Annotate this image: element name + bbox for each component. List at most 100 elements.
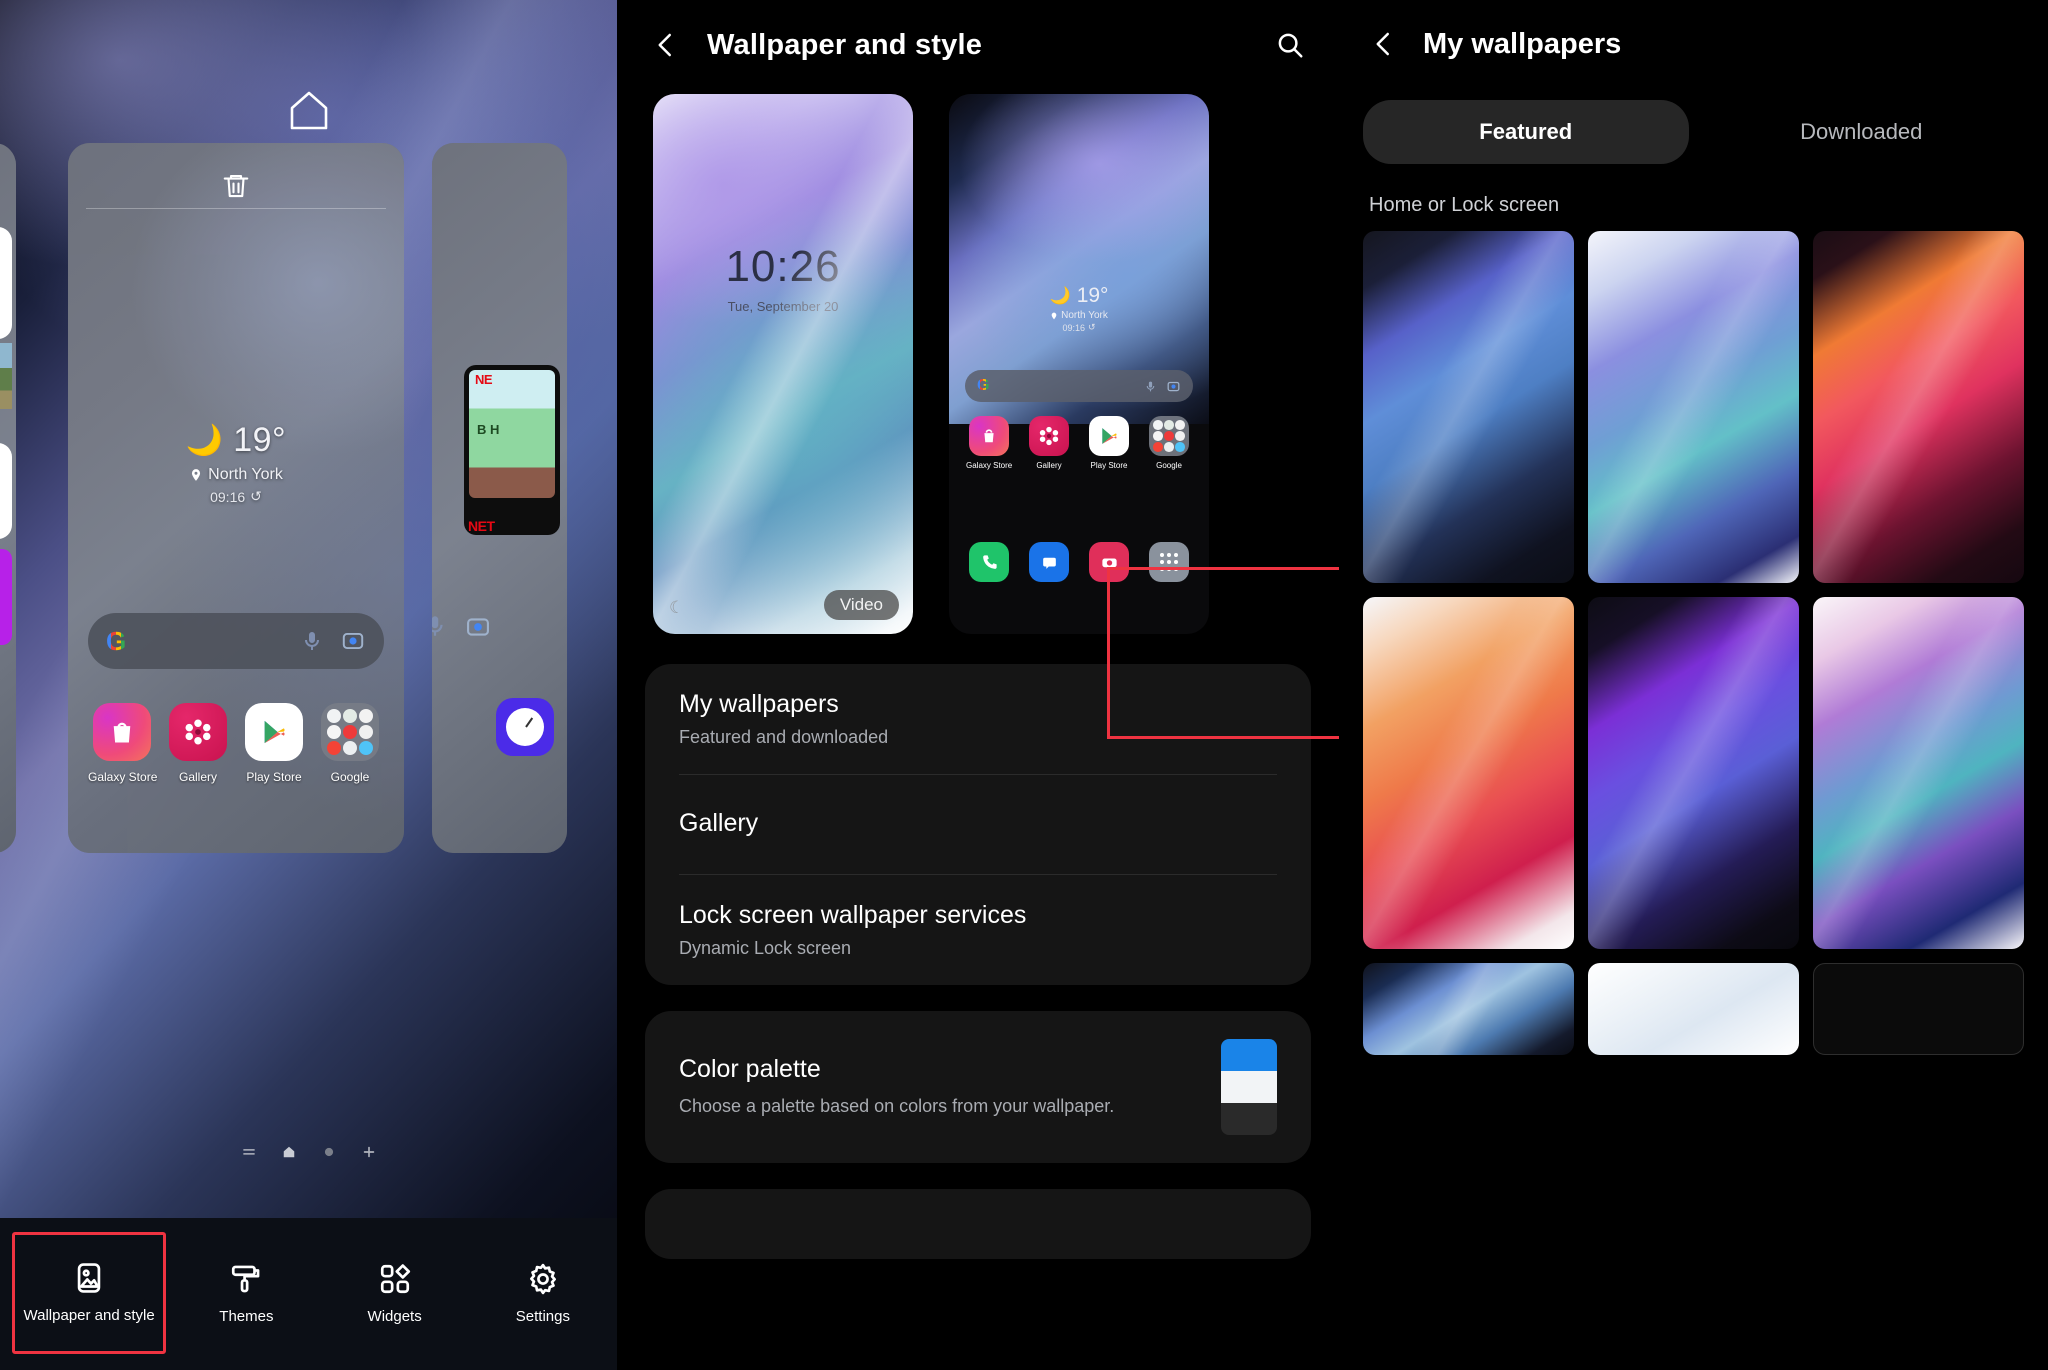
divider	[86, 208, 386, 209]
app-drawer-icon	[1149, 542, 1189, 582]
lens-icon	[1167, 381, 1180, 391]
color-palette-swatch	[1221, 1039, 1277, 1135]
home-icon[interactable]	[286, 88, 332, 130]
refresh-icon[interactable]: ↺	[250, 488, 262, 505]
add-page-icon[interactable]	[362, 1145, 376, 1159]
wallpaper-thumb[interactable]	[1813, 963, 2024, 1055]
peek-photo-widget	[0, 343, 12, 409]
netflix-title-mid: B H	[477, 422, 500, 437]
wallpaper-thumb[interactable]	[1588, 597, 1799, 949]
search-icon[interactable]	[1275, 30, 1305, 60]
tab-featured[interactable]: Featured	[1363, 100, 1689, 164]
color-palette-subtitle: Choose a palette based on colors from yo…	[679, 1095, 1115, 1116]
home-page-icon[interactable]	[282, 1145, 296, 1159]
peek-widget-white-a	[0, 227, 12, 339]
home-screen-editor-panel: ✕ 🌙 19° North York	[0, 0, 617, 1370]
list-item-subtitle: Dynamic Lock screen	[679, 938, 852, 958]
mic-icon	[1146, 381, 1155, 391]
wallpaper-icon	[77, 1262, 101, 1293]
mic-icon[interactable]	[300, 629, 324, 653]
home-screen-preview-card[interactable]: 🌙 19° North York 09:16 ↺ G Galaxy Store …	[68, 143, 404, 853]
app-item: Gallery	[1026, 416, 1072, 470]
wallpaper-thumb[interactable]	[1363, 231, 1574, 583]
sidebar-item-widgets[interactable]: Widgets	[321, 1218, 469, 1370]
back-chevron-icon[interactable]	[651, 30, 681, 60]
galaxy-store-icon	[969, 416, 1009, 456]
netflix-title-top: NE	[475, 372, 493, 387]
sidebar-item-themes[interactable]: Themes	[172, 1218, 320, 1370]
app-label: Gallery	[1036, 461, 1062, 470]
app-label: Google	[1156, 461, 1182, 470]
next-section-card[interactable]	[645, 1189, 1311, 1259]
clock-app-icon	[496, 698, 554, 756]
back-chevron-icon[interactable]	[1369, 29, 1399, 59]
app-item[interactable]: Galaxy Store	[88, 703, 158, 784]
netflix-logo: NET	[468, 518, 495, 534]
location-pin-icon	[192, 469, 201, 481]
app-item[interactable]: Gallery	[164, 703, 232, 784]
gallery-icon	[169, 703, 227, 761]
google-search-bar[interactable]: G	[88, 613, 384, 669]
video-badge: Video	[823, 590, 899, 620]
my-wallpapers-panel: My wallpapers Featured Downloaded Home o…	[1339, 0, 2048, 1370]
peek-dock	[432, 613, 492, 641]
wallpaper-thumb[interactable]	[1363, 597, 1574, 949]
dock-item	[1026, 542, 1072, 587]
sidebar-item-label: Widgets	[367, 1307, 422, 1325]
list-item-title: Gallery	[679, 809, 759, 837]
color-palette-text: Color palette Choose a palette based on …	[679, 1055, 1203, 1120]
app-item: Google	[1146, 416, 1192, 470]
paint-roller-icon	[232, 1265, 260, 1293]
preview-app-row: Galaxy Store Gallery Play Store Google	[949, 416, 1209, 470]
app-item[interactable]: Play Store	[240, 703, 308, 784]
moon-icon: 🌙	[1049, 286, 1071, 305]
weather-location: North York	[1061, 310, 1108, 321]
list-icon[interactable]	[242, 1145, 256, 1159]
home-screen-preview[interactable]: 🌙 19° North York 09:16 ↺ G Galaxy Store …	[949, 94, 1209, 634]
wallpaper-thumb[interactable]	[1813, 597, 2024, 949]
tab-downloaded[interactable]: Downloaded	[1699, 100, 2025, 164]
galaxy-store-icon	[93, 703, 151, 761]
wallpaper-thumb[interactable]	[1363, 963, 1574, 1055]
app-item: Galaxy Store	[966, 416, 1012, 470]
remove-page-button[interactable]	[68, 171, 404, 206]
sidebar-item-settings[interactable]: Settings	[469, 1218, 617, 1370]
lock-screen-preview[interactable]: 10:26 Tue, September 20 ☾ Video	[653, 94, 913, 634]
dock-item	[1086, 542, 1132, 587]
lens-icon	[467, 618, 489, 636]
wallpaper-thumb[interactable]	[1813, 231, 2024, 583]
home-page-peek-right[interactable]: NE B H NET	[432, 143, 567, 853]
list-item-my-wallpapers[interactable]: My wallpapers Featured and downloaded	[645, 664, 1311, 774]
dock-item	[966, 542, 1012, 587]
preview-dock-row	[949, 542, 1209, 587]
weather-time-row: 09:16 ↺	[68, 488, 404, 505]
color-palette-card[interactable]: Color palette Choose a palette based on …	[645, 1011, 1311, 1163]
screenshot-root: ✕ 🌙 19° North York	[0, 0, 2048, 1370]
section-title: Home or Lock screen	[1369, 194, 1560, 216]
page-dot-icon[interactable]	[322, 1145, 336, 1159]
peek-purple-app-icon: ✕	[0, 549, 12, 645]
messages-icon	[1029, 542, 1069, 582]
wallpaper-and-style-panel: Wallpaper and style 10:26 Tue, September…	[617, 0, 1339, 1370]
app-label: Galaxy Store	[88, 770, 158, 784]
app-item[interactable]: Google	[316, 703, 384, 784]
google-logo-icon: G	[977, 377, 990, 394]
sidebar-item-wallpaper-and-style[interactable]: Wallpaper and style	[12, 1232, 167, 1354]
mic-icon	[432, 616, 443, 636]
list-item-title: Lock screen wallpaper services	[679, 901, 1027, 929]
list-item-lock-screen-wallpaper-services[interactable]: Lock screen wallpaper services Dynamic L…	[645, 875, 1311, 985]
middle-header: Wallpaper and style	[617, 0, 1339, 90]
page-indicator-row	[0, 1145, 617, 1159]
google-search-bar: G	[965, 370, 1193, 402]
lens-icon[interactable]	[340, 628, 366, 654]
gear-icon	[529, 1263, 556, 1294]
sidebar-item-label: Settings	[515, 1307, 570, 1325]
wallpaper-thumb[interactable]	[1588, 231, 1799, 583]
weather-time-row: 09:16 ↺	[949, 322, 1209, 333]
list-item-gallery[interactable]: Gallery	[645, 775, 1311, 874]
wallpaper-thumb[interactable]	[1588, 963, 1799, 1055]
weather-widget[interactable]: 🌙 19° North York 09:16 ↺	[68, 421, 404, 505]
weather-location-row: North York	[949, 310, 1209, 321]
home-page-peek-left[interactable]: ✕	[0, 143, 16, 853]
netflix-widget[interactable]: NE B H NET	[464, 365, 560, 535]
